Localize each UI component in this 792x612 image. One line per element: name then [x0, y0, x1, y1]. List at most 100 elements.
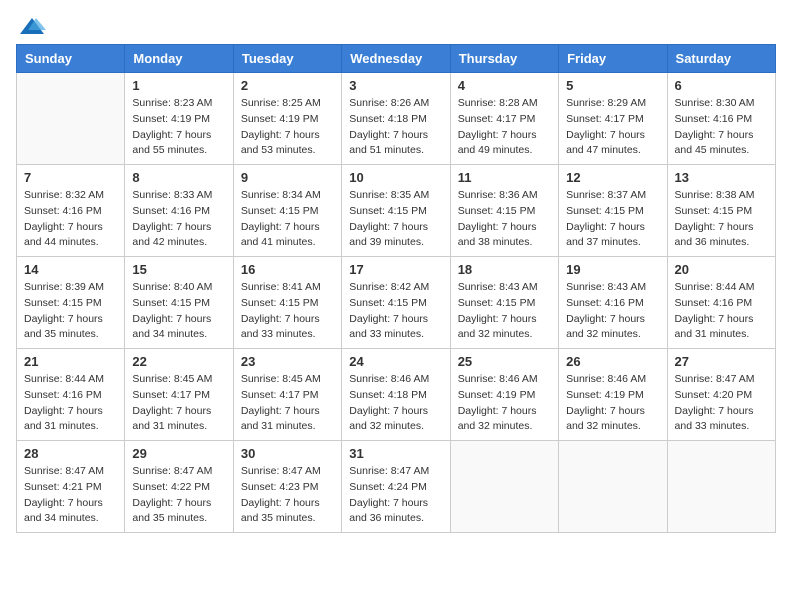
day-number: 23: [241, 354, 334, 369]
weekday-header: Saturday: [667, 45, 775, 73]
day-number: 22: [132, 354, 225, 369]
calendar-day-cell: 19 Sunrise: 8:43 AM Sunset: 4:16 PM Dayli…: [559, 257, 667, 349]
day-number: 2: [241, 78, 334, 93]
day-detail: Sunrise: 8:29 AM Sunset: 4:17 PM Dayligh…: [566, 96, 659, 159]
calendar-day-cell: [17, 73, 125, 165]
calendar-day-cell: 27Sunrise: 8:47 AM Sunset: 4:20 PM Dayli…: [667, 349, 775, 441]
day-detail: Sunrise: 8:46 AM Sunset: 4:19 PM Dayligh…: [458, 372, 551, 435]
day-detail: Sunrise: 8:40 AM Sunset: 4:15 PM Dayligh…: [132, 280, 225, 343]
calendar-day-cell: 2 Sunrise: 8:25 AM Sunset: 4:19 PM Daylig…: [233, 73, 341, 165]
day-detail: Sunrise: 8:46 AM Sunset: 4:18 PM Dayligh…: [349, 372, 442, 435]
day-detail: Sunrise: 8:23 AM Sunset: 4:19 PM Dayligh…: [132, 96, 225, 159]
calendar-day-cell: 22 Sunrise: 8:45 AM Sunset: 4:17 PM Dayli…: [125, 349, 233, 441]
calendar-day-cell: 12Sunrise: 8:37 AM Sunset: 4:15 PM Dayli…: [559, 165, 667, 257]
calendar-day-cell: 1 Sunrise: 8:23 AM Sunset: 4:19 PM Daylig…: [125, 73, 233, 165]
day-detail: Sunrise: 8:45 AM Sunset: 4:17 PM Dayligh…: [132, 372, 225, 435]
calendar-day-cell: 7 Sunrise: 8:32 AM Sunset: 4:16 PM Daylig…: [17, 165, 125, 257]
day-detail: Sunrise: 8:47 AM Sunset: 4:22 PM Dayligh…: [132, 464, 225, 527]
day-number: 10: [349, 170, 442, 185]
calendar-day-cell: 20Sunrise: 8:44 AM Sunset: 4:16 PM Dayli…: [667, 257, 775, 349]
weekday-header: Friday: [559, 45, 667, 73]
day-number: 18: [458, 262, 551, 277]
calendar-day-cell: 9Sunrise: 8:34 AM Sunset: 4:15 PM Daylig…: [233, 165, 341, 257]
day-detail: Sunrise: 8:42 AM Sunset: 4:15 PM Dayligh…: [349, 280, 442, 343]
weekday-header: Monday: [125, 45, 233, 73]
day-number: 25: [458, 354, 551, 369]
calendar-day-cell: 26 Sunrise: 8:46 AM Sunset: 4:19 PM Dayli…: [559, 349, 667, 441]
calendar-day-cell: 15 Sunrise: 8:40 AM Sunset: 4:15 PM Dayli…: [125, 257, 233, 349]
calendar-day-cell: 14 Sunrise: 8:39 AM Sunset: 4:15 PM Dayli…: [17, 257, 125, 349]
logo: [16, 16, 46, 36]
calendar-day-cell: 24 Sunrise: 8:46 AM Sunset: 4:18 PM Dayli…: [342, 349, 450, 441]
calendar-day-cell: 5 Sunrise: 8:29 AM Sunset: 4:17 PM Daylig…: [559, 73, 667, 165]
calendar-header-row: SundayMondayTuesdayWednesdayThursdayFrid…: [17, 45, 776, 73]
calendar-day-cell: 17 Sunrise: 8:42 AM Sunset: 4:15 PM Dayli…: [342, 257, 450, 349]
calendar-week-row: 1 Sunrise: 8:23 AM Sunset: 4:19 PM Daylig…: [17, 73, 776, 165]
logo-icon: [18, 16, 46, 36]
day-number: 4: [458, 78, 551, 93]
calendar-day-cell: 6 Sunrise: 8:30 AM Sunset: 4:16 PM Daylig…: [667, 73, 775, 165]
day-detail: Sunrise: 8:30 AM Sunset: 4:16 PM Dayligh…: [675, 96, 768, 159]
day-detail: Sunrise: 8:37 AM Sunset: 4:15 PM Dayligh…: [566, 188, 659, 251]
day-number: 13: [675, 170, 768, 185]
day-number: 17: [349, 262, 442, 277]
day-number: 7: [24, 170, 117, 185]
day-detail: Sunrise: 8:33 AM Sunset: 4:16 PM Dayligh…: [132, 188, 225, 251]
day-number: 21: [24, 354, 117, 369]
day-number: 29: [132, 446, 225, 461]
calendar-table: SundayMondayTuesdayWednesdayThursdayFrid…: [16, 44, 776, 533]
day-number: 19: [566, 262, 659, 277]
calendar-day-cell: 3 Sunrise: 8:26 AM Sunset: 4:18 PM Daylig…: [342, 73, 450, 165]
calendar-day-cell: 11 Sunrise: 8:36 AM Sunset: 4:15 PM Dayli…: [450, 165, 558, 257]
day-detail: Sunrise: 8:45 AM Sunset: 4:17 PM Dayligh…: [241, 372, 334, 435]
weekday-header: Tuesday: [233, 45, 341, 73]
calendar-day-cell: [667, 441, 775, 533]
day-detail: Sunrise: 8:32 AM Sunset: 4:16 PM Dayligh…: [24, 188, 117, 251]
day-number: 24: [349, 354, 442, 369]
weekday-header: Sunday: [17, 45, 125, 73]
calendar-day-cell: 8 Sunrise: 8:33 AM Sunset: 4:16 PM Daylig…: [125, 165, 233, 257]
day-detail: Sunrise: 8:38 AM Sunset: 4:15 PM Dayligh…: [675, 188, 768, 251]
calendar-week-row: 7 Sunrise: 8:32 AM Sunset: 4:16 PM Daylig…: [17, 165, 776, 257]
day-detail: Sunrise: 8:28 AM Sunset: 4:17 PM Dayligh…: [458, 96, 551, 159]
page-header: [16, 16, 776, 36]
calendar-week-row: 14 Sunrise: 8:39 AM Sunset: 4:15 PM Dayli…: [17, 257, 776, 349]
calendar-day-cell: 13 Sunrise: 8:38 AM Sunset: 4:15 PM Dayli…: [667, 165, 775, 257]
day-number: 3: [349, 78, 442, 93]
calendar-day-cell: 28 Sunrise: 8:47 AM Sunset: 4:21 PM Dayli…: [17, 441, 125, 533]
day-detail: Sunrise: 8:47 AM Sunset: 4:21 PM Dayligh…: [24, 464, 117, 527]
calendar-day-cell: 21Sunrise: 8:44 AM Sunset: 4:16 PM Dayli…: [17, 349, 125, 441]
calendar-day-cell: 10 Sunrise: 8:35 AM Sunset: 4:15 PM Dayli…: [342, 165, 450, 257]
calendar-day-cell: 18Sunrise: 8:43 AM Sunset: 4:15 PM Dayli…: [450, 257, 558, 349]
day-number: 8: [132, 170, 225, 185]
day-number: 15: [132, 262, 225, 277]
day-number: 31: [349, 446, 442, 461]
day-number: 26: [566, 354, 659, 369]
day-number: 30: [241, 446, 334, 461]
day-number: 14: [24, 262, 117, 277]
day-number: 5: [566, 78, 659, 93]
day-detail: Sunrise: 8:43 AM Sunset: 4:16 PM Dayligh…: [566, 280, 659, 343]
day-detail: Sunrise: 8:44 AM Sunset: 4:16 PM Dayligh…: [675, 280, 768, 343]
day-detail: Sunrise: 8:36 AM Sunset: 4:15 PM Dayligh…: [458, 188, 551, 251]
day-number: 6: [675, 78, 768, 93]
day-detail: Sunrise: 8:34 AM Sunset: 4:15 PM Dayligh…: [241, 188, 334, 251]
day-detail: Sunrise: 8:35 AM Sunset: 4:15 PM Dayligh…: [349, 188, 442, 251]
weekday-header: Thursday: [450, 45, 558, 73]
day-detail: Sunrise: 8:39 AM Sunset: 4:15 PM Dayligh…: [24, 280, 117, 343]
calendar-day-cell: 23 Sunrise: 8:45 AM Sunset: 4:17 PM Dayli…: [233, 349, 341, 441]
day-detail: Sunrise: 8:46 AM Sunset: 4:19 PM Dayligh…: [566, 372, 659, 435]
day-detail: Sunrise: 8:25 AM Sunset: 4:19 PM Dayligh…: [241, 96, 334, 159]
day-detail: Sunrise: 8:26 AM Sunset: 4:18 PM Dayligh…: [349, 96, 442, 159]
day-number: 1: [132, 78, 225, 93]
day-number: 28: [24, 446, 117, 461]
calendar-day-cell: 31 Sunrise: 8:47 AM Sunset: 4:24 PM Dayli…: [342, 441, 450, 533]
calendar-day-cell: [559, 441, 667, 533]
calendar-day-cell: 4 Sunrise: 8:28 AM Sunset: 4:17 PM Daylig…: [450, 73, 558, 165]
calendar-day-cell: 29 Sunrise: 8:47 AM Sunset: 4:22 PM Dayli…: [125, 441, 233, 533]
day-detail: Sunrise: 8:41 AM Sunset: 4:15 PM Dayligh…: [241, 280, 334, 343]
day-detail: Sunrise: 8:47 AM Sunset: 4:24 PM Dayligh…: [349, 464, 442, 527]
weekday-header: Wednesday: [342, 45, 450, 73]
day-number: 11: [458, 170, 551, 185]
calendar-day-cell: 30Sunrise: 8:47 AM Sunset: 4:23 PM Dayli…: [233, 441, 341, 533]
